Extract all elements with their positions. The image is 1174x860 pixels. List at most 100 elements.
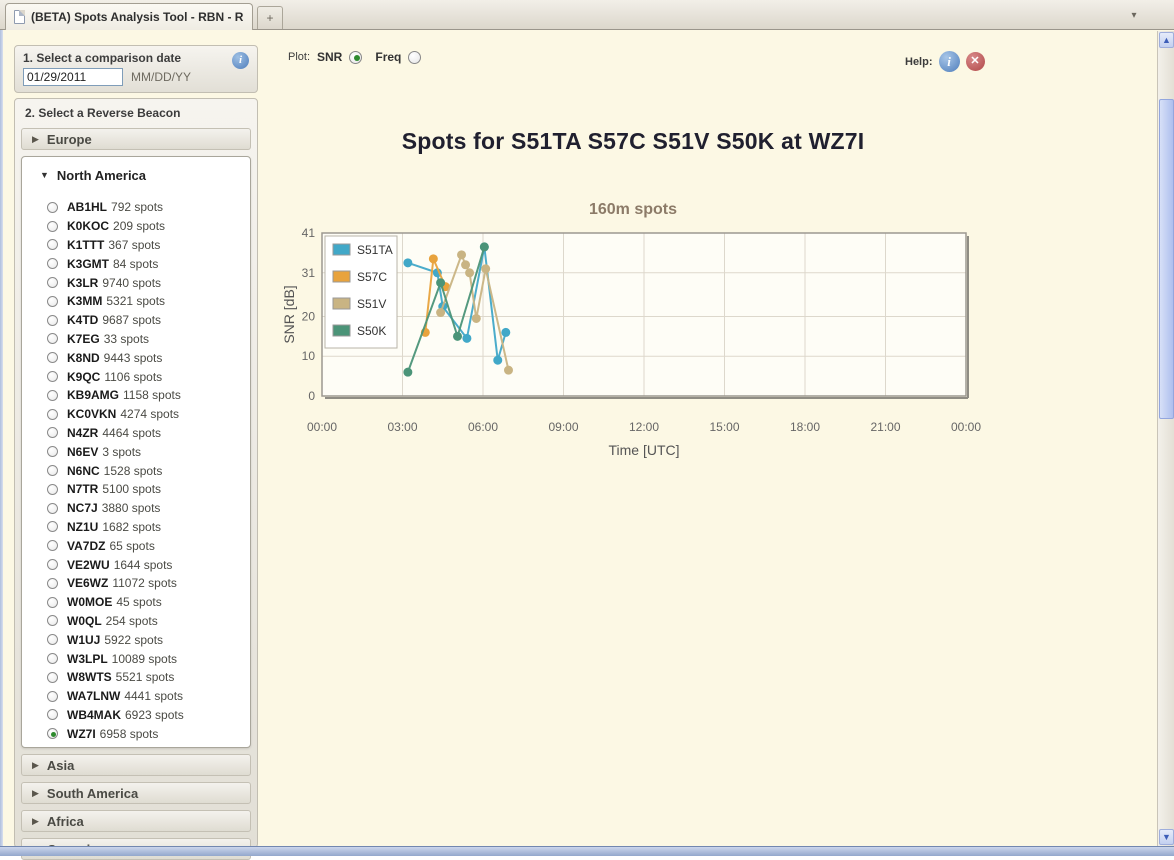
list-all-tabs-icon[interactable]: ▾ — [1124, 8, 1144, 25]
beacon-item-k1ttt[interactable]: K1TTT367 spots — [22, 236, 250, 255]
data-point[interactable] — [472, 314, 480, 322]
beacon-item-va7dz[interactable]: VA7DZ65 spots — [22, 536, 250, 555]
data-point[interactable] — [404, 259, 412, 267]
beacon-label: VA7DZ65 spots — [67, 537, 155, 555]
beacon-item-ve2wu[interactable]: VE2WU1644 spots — [22, 555, 250, 574]
scroll-up-icon[interactable]: ▲ — [1159, 32, 1174, 48]
data-point[interactable] — [454, 332, 462, 340]
browser-tab[interactable]: (BETA) Spots Analysis Tool - RBN - R... — [5, 3, 253, 30]
radio-icon[interactable] — [47, 333, 58, 344]
beacon-item-k9qc[interactable]: K9QC1106 spots — [22, 367, 250, 386]
data-point[interactable] — [437, 279, 445, 287]
help-info-icon[interactable]: i — [939, 51, 960, 72]
beacon-item-kb9amg[interactable]: KB9AMG1158 spots — [22, 386, 250, 405]
beacon-item-ve6wz[interactable]: VE6WZ11072 spots — [22, 574, 250, 593]
beacon-item-nc7j[interactable]: NC7J3880 spots — [22, 499, 250, 518]
data-point[interactable] — [502, 328, 510, 336]
radio-icon[interactable] — [47, 484, 58, 495]
beacon-item-k3lr[interactable]: K3LR9740 spots — [22, 273, 250, 292]
radio-icon[interactable] — [47, 371, 58, 382]
radio-icon[interactable] — [47, 277, 58, 288]
beacon-item-n7tr[interactable]: N7TR5100 spots — [22, 480, 250, 499]
data-point[interactable] — [404, 368, 412, 376]
beacon-item-ab1hl[interactable]: AB1HL792 spots — [22, 198, 250, 217]
beacon-item-k8nd[interactable]: K8ND9443 spots — [22, 348, 250, 367]
radio-icon[interactable] — [47, 521, 58, 532]
beacon-item-wa7lnw[interactable]: WA7LNW4441 spots — [22, 687, 250, 706]
radio-icon[interactable] — [47, 239, 58, 250]
radio-icon[interactable] — [47, 296, 58, 307]
region-label: South America — [47, 786, 138, 801]
beacon-item-n6nc[interactable]: N6NC1528 spots — [22, 461, 250, 480]
radio-icon[interactable] — [47, 597, 58, 608]
data-point[interactable] — [462, 261, 470, 269]
beacon-item-w1uj[interactable]: W1UJ5922 spots — [22, 630, 250, 649]
radio-icon[interactable] — [47, 540, 58, 551]
region-header-asia[interactable]: ▶Asia — [21, 754, 251, 776]
scroll-down-icon[interactable]: ▼ — [1159, 829, 1174, 845]
app-window: (BETA) Spots Analysis Tool - RBN - R... … — [0, 0, 1174, 856]
beacon-item-k3mm[interactable]: K3MM5321 spots — [22, 292, 250, 311]
radio-icon[interactable] — [47, 409, 58, 420]
region-header-north-america[interactable]: ▼North America — [22, 164, 250, 186]
plot-option-freq-radio[interactable] — [408, 51, 421, 64]
beacon-select-panel: 2. Select a Reverse Beacon ▶Europe ▼North… — [14, 98, 258, 848]
beacon-item-kc0vkn[interactable]: KC0VKN4274 spots — [22, 405, 250, 424]
data-point[interactable] — [482, 265, 490, 273]
data-point[interactable] — [437, 309, 445, 317]
date-info-icon[interactable]: i — [232, 52, 249, 69]
beacon-step-label: 2. Select a Reverse Beacon — [25, 106, 251, 120]
data-point[interactable] — [466, 269, 474, 277]
beacon-item-nz1u[interactable]: NZ1U1682 spots — [22, 518, 250, 537]
radio-icon[interactable] — [47, 653, 58, 664]
radio-icon[interactable] — [47, 672, 58, 683]
beacon-item-w3lpl[interactable]: W3LPL10089 spots — [22, 649, 250, 668]
beacon-item-wb4mak[interactable]: WB4MAK6923 spots — [22, 706, 250, 725]
radio-icon[interactable] — [47, 503, 58, 514]
radio-icon[interactable] — [47, 221, 58, 232]
radio-icon[interactable] — [47, 728, 58, 739]
radio-icon[interactable] — [47, 315, 58, 326]
region-header-africa[interactable]: ▶Africa — [21, 810, 251, 832]
beacon-item-k3gmt[interactable]: K3GMT84 spots — [22, 254, 250, 273]
new-tab-button[interactable]: + — [257, 6, 283, 29]
beacon-item-w0ql[interactable]: W0QL254 spots — [22, 612, 250, 631]
y-tick-label: 31 — [302, 266, 316, 280]
beacon-item-n6ev[interactable]: N6EV3 spots — [22, 442, 250, 461]
comparison-date-input[interactable] — [23, 68, 123, 86]
beacon-item-k4td[interactable]: K4TD9687 spots — [22, 311, 250, 330]
radio-icon[interactable] — [47, 202, 58, 213]
beacon-item-w0moe[interactable]: W0MOE45 spots — [22, 593, 250, 612]
beacon-item-n4zr[interactable]: N4ZR4464 spots — [22, 424, 250, 443]
data-point[interactable] — [463, 334, 471, 342]
beacon-item-k0koc[interactable]: K0KOC209 spots — [22, 217, 250, 236]
radio-icon[interactable] — [47, 709, 58, 720]
radio-icon[interactable] — [47, 559, 58, 570]
radio-icon[interactable] — [47, 634, 58, 645]
radio-icon[interactable] — [47, 352, 58, 363]
data-point[interactable] — [458, 251, 466, 259]
beacon-item-k7eg[interactable]: K7EG33 spots — [22, 330, 250, 349]
vertical-scrollbar[interactable]: ▲ ▼ — [1157, 31, 1174, 846]
radio-icon[interactable] — [47, 427, 58, 438]
radio-icon[interactable] — [47, 615, 58, 626]
beacon-accordion: ▶Europe ▼North America AB1HL792 spotsK0KOC… — [21, 128, 251, 860]
data-point[interactable] — [494, 356, 502, 364]
data-point[interactable] — [429, 255, 437, 263]
radio-icon[interactable] — [47, 465, 58, 476]
scrollbar-thumb[interactable] — [1159, 99, 1174, 419]
beacon-item-wz7i[interactable]: WZ7I6958 spots — [22, 724, 250, 743]
radio-icon[interactable] — [47, 691, 58, 702]
radio-icon[interactable] — [47, 390, 58, 401]
x-tick-label: 18:00 — [790, 420, 820, 434]
region-header-europe[interactable]: ▶Europe — [21, 128, 251, 150]
plot-option-snr-radio[interactable] — [349, 51, 362, 64]
beacon-item-w8wts[interactable]: W8WTS5521 spots — [22, 668, 250, 687]
radio-icon[interactable] — [47, 578, 58, 589]
data-point[interactable] — [480, 243, 488, 251]
radio-icon[interactable] — [47, 446, 58, 457]
region-header-south-america[interactable]: ▶South America — [21, 782, 251, 804]
radio-icon[interactable] — [47, 258, 58, 269]
close-icon[interactable]: ✕ — [966, 52, 985, 71]
data-point[interactable] — [504, 366, 512, 374]
